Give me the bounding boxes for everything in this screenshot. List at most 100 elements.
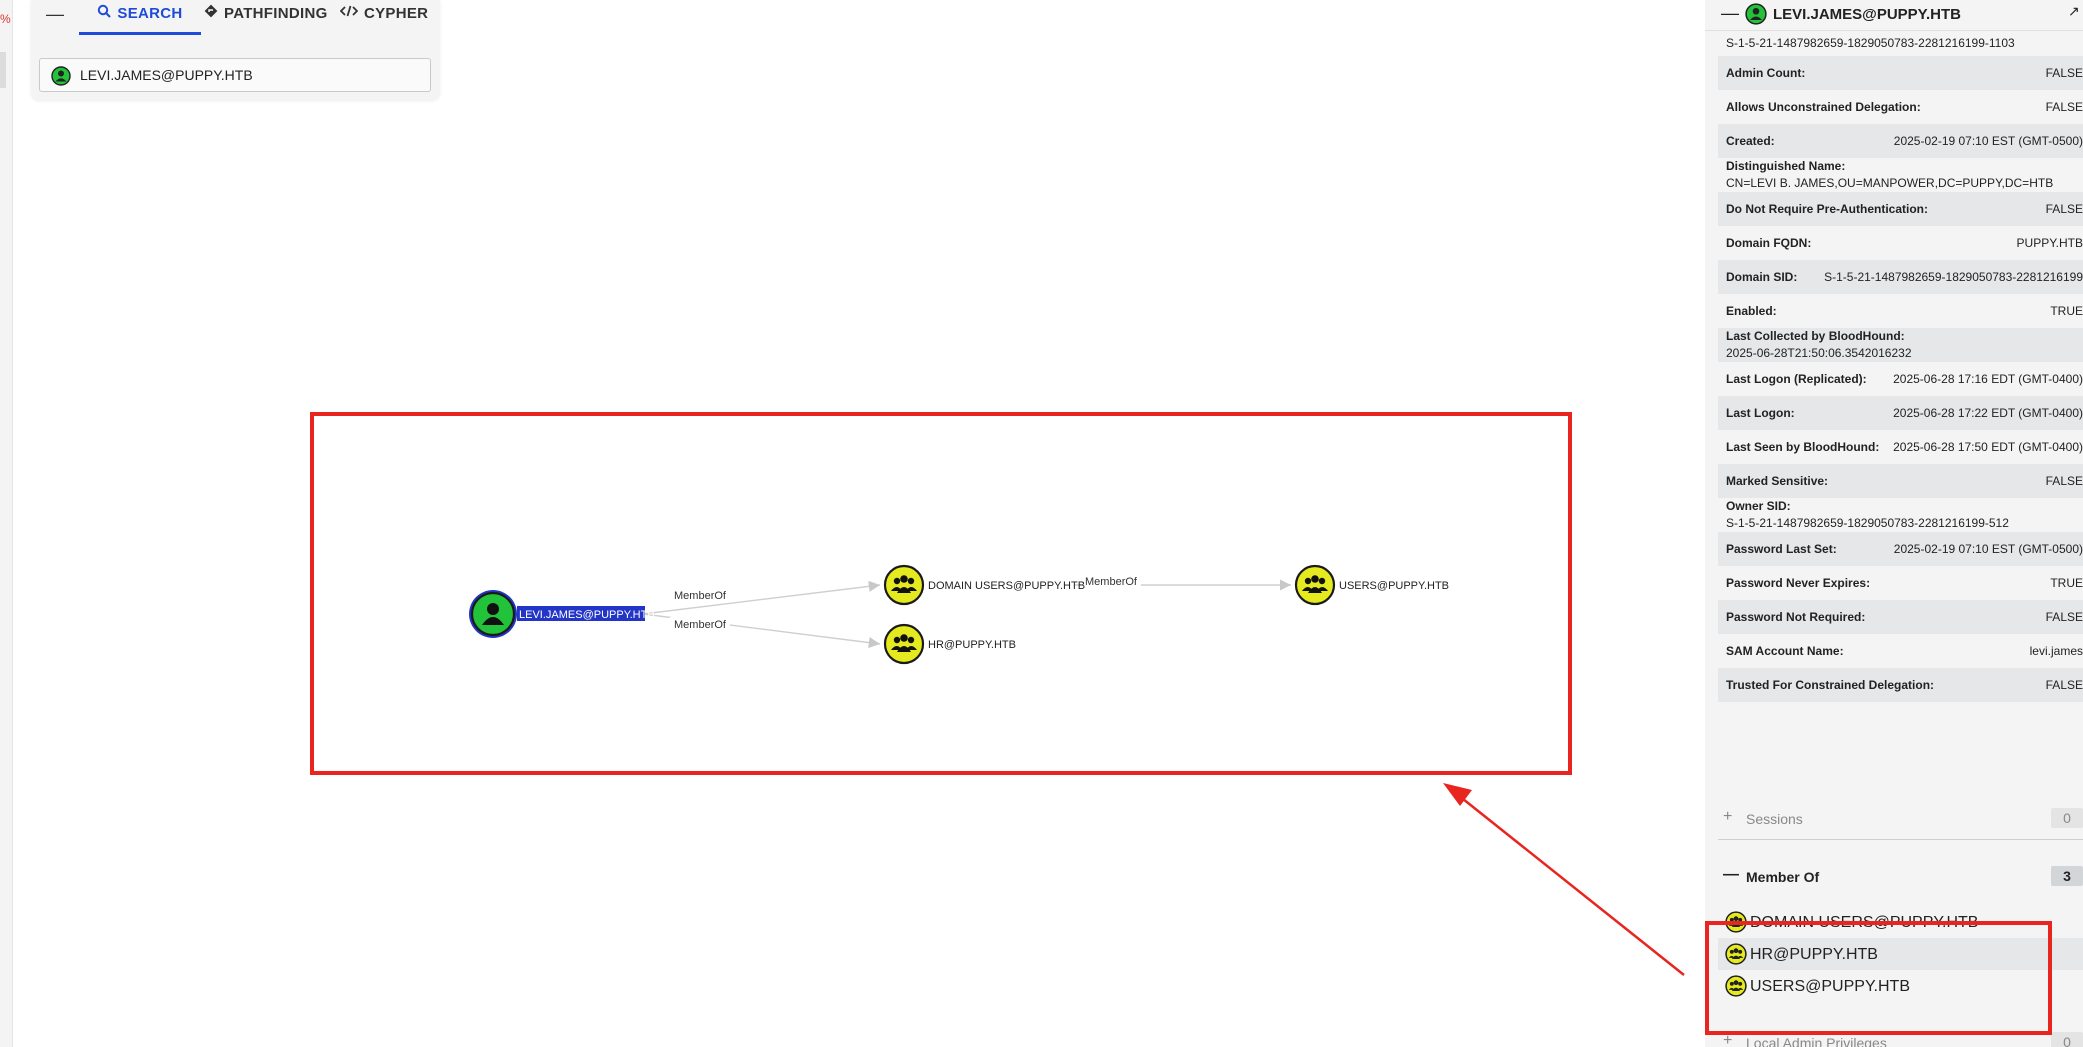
local-admin-section[interactable]: + Local Admin Privileges 0	[1718, 1020, 2083, 1047]
member-of-item[interactable]: HR@PUPPY.HTB	[1718, 938, 2083, 970]
group-icon	[1725, 943, 1747, 970]
collapse-panel-button[interactable]: —	[1721, 3, 1739, 24]
property-key: Last Logon (Replicated):	[1726, 372, 1867, 386]
property-key: Marked Sensitive:	[1726, 474, 1829, 488]
search-tabs: — SEARCH PATHFINDING CYPHER	[31, 0, 440, 35]
member-of-section[interactable]: — Member Of 3	[1718, 854, 2083, 898]
member-of-label: Member Of	[1746, 869, 1820, 885]
property-row: Trusted For Constrained Delegation: FALSE	[1718, 668, 2083, 702]
property-value: CN=LEVI B. JAMES,OU=MANPOWER,DC=PUPPY,DC…	[1726, 176, 2054, 190]
property-row: Distinguished Name: CN=LEVI B. JAMES,OU=M…	[1718, 158, 2083, 192]
property-row: Admin Count: FALSE	[1718, 56, 2083, 90]
user-icon	[51, 66, 71, 91]
group-node[interactable]: USERS@PUPPY.HTB	[1294, 564, 1449, 606]
search-input[interactable]	[80, 65, 420, 85]
property-key: Trusted For Constrained Delegation:	[1726, 678, 1935, 692]
tab-search[interactable]: SEARCH	[79, 0, 201, 35]
property-value: 2025-02-19 07:10 EST (GMT-0500)	[1893, 542, 2083, 556]
edge-label: MemberOf	[674, 590, 727, 602]
property-row: Created: 2025-02-19 07:10 EST (GMT-0500)	[1718, 124, 2083, 158]
property-row: Last Collected by BloodHound: 2025-06-28T…	[1718, 328, 2083, 362]
property-value: PUPPY.HTB	[2016, 236, 2083, 250]
tab-cypher[interactable]: CYPHER	[339, 0, 429, 32]
edge-label: MemberOf	[1085, 576, 1138, 588]
property-value: FALSE	[2045, 610, 2083, 624]
properties-list: S-1-5-21-1487982659-1829050783-228121619…	[1718, 34, 2083, 702]
property-key: Last Logon:	[1726, 406, 1795, 420]
property-value: 2025-06-28 17:50 EDT (GMT-0400)	[1893, 440, 2083, 454]
expand-icon: +	[1723, 1032, 1733, 1047]
group-node[interactable]: DOMAIN USERS@PUPPY.HTB	[883, 564, 1085, 606]
property-value: 2025-06-28 17:22 EDT (GMT-0400)	[1893, 406, 2083, 420]
property-key: Password Not Required:	[1726, 610, 1866, 624]
property-key: Password Last Set:	[1726, 542, 1837, 556]
property-value: FALSE	[2045, 66, 2083, 80]
group-icon	[1725, 911, 1747, 938]
node-search-field[interactable]	[39, 58, 431, 92]
sessions-label: Sessions	[1746, 811, 1803, 827]
property-key: Created:	[1726, 134, 1775, 148]
user-node[interactable]: LEVI.JAMES@PUPPY.HTB	[469, 590, 655, 638]
object-id-value: S-1-5-21-1487982659-1829050783-228121619…	[1726, 36, 2015, 50]
entity-panel: — LEVI.JAMES@PUPPY.HTB ↗ S-1-5-21-148798…	[1705, 0, 2083, 1047]
property-key: Enabled:	[1726, 304, 1777, 318]
property-row: Enabled: TRUE	[1718, 294, 2083, 328]
node-label: LEVI.JAMES@PUPPY.HTB	[519, 609, 655, 621]
property-key: Last Collected by BloodHound:	[1726, 329, 1905, 343]
property-row: Allows Unconstrained Delegation: FALSE	[1718, 90, 2083, 124]
local-admin-count: 0	[2051, 1032, 2083, 1047]
tab-pathfinding[interactable]: PATHFINDING	[204, 0, 328, 32]
property-key: Do Not Require Pre-Authentication:	[1726, 202, 1929, 216]
local-admin-label: Local Admin Privileges	[1746, 1035, 1887, 1047]
property-key: Password Never Expires:	[1726, 576, 1871, 590]
node-label: DOMAIN USERS@PUPPY.HTB	[928, 580, 1085, 592]
property-row: Marked Sensitive: FALSE	[1718, 464, 2083, 498]
property-row: Password Last Set: 2025-02-19 07:10 EST (…	[1718, 532, 2083, 566]
edge-label: MemberOf	[674, 619, 727, 631]
collapse-search-button[interactable]: —	[45, 4, 65, 25]
graph-canvas[interactable]: MemberOf MemberOf MemberOf LEVI.JAMES@PUPPY…	[0, 0, 1700, 1047]
property-key: SAM Account Name:	[1726, 644, 1844, 658]
property-value: FALSE	[2045, 202, 2083, 216]
property-row: Owner SID: S-1-5-21-1487982659-1829050783…	[1718, 498, 2083, 532]
entity-panel-header: — LEVI.JAMES@PUPPY.HTB ↗	[1705, 0, 2083, 31]
object-id-row: S-1-5-21-1487982659-1829050783-228121619…	[1718, 34, 2083, 56]
tab-cypher-label: CYPHER	[364, 5, 429, 22]
expand-icon[interactable]: ↗	[2068, 3, 2080, 20]
property-value: FALSE	[2045, 678, 2083, 692]
property-key: Admin Count:	[1726, 66, 1806, 80]
group-node[interactable]: HR@PUPPY.HTB	[883, 623, 1016, 665]
property-row: Domain FQDN: PUPPY.HTB	[1718, 226, 2083, 260]
property-row: SAM Account Name: levi.james	[1718, 634, 2083, 668]
property-value: TRUE	[2050, 576, 2083, 590]
collapse-icon: —	[1723, 866, 1739, 883]
property-value: FALSE	[2045, 474, 2083, 488]
property-value: 2025-02-19 07:10 EST (GMT-0500)	[1893, 134, 2083, 148]
node-label: HR@PUPPY.HTB	[928, 639, 1016, 651]
tab-pathfinding-label: PATHFINDING	[224, 5, 328, 22]
property-key: Distinguished Name:	[1726, 159, 1846, 173]
member-of-count: 3	[2051, 866, 2083, 886]
member-of-name: DOMAIN USERS@PUPPY.HTB	[1750, 914, 1979, 931]
property-value: FALSE	[2045, 100, 2083, 114]
user-icon	[1745, 3, 1767, 30]
search-icon	[97, 0, 112, 28]
property-value: 2025-06-28 17:16 EDT (GMT-0400)	[1893, 372, 2083, 386]
member-of-item[interactable]: DOMAIN USERS@PUPPY.HTB	[1718, 906, 2083, 938]
property-key: Allows Unconstrained Delegation:	[1726, 100, 1921, 114]
node-label: USERS@PUPPY.HTB	[1339, 580, 1449, 592]
member-of-name: USERS@PUPPY.HTB	[1750, 978, 1910, 995]
member-of-list: DOMAIN USERS@PUPPY.HTB HR@PUPPY.HTB USER…	[1718, 906, 2083, 1002]
property-row: Password Not Required: FALSE	[1718, 600, 2083, 634]
property-value: S-1-5-21-1487982659-1829050783-228121619…	[1824, 270, 2083, 284]
property-row: Last Logon (Replicated): 2025-06-28 17:16…	[1718, 362, 2083, 396]
expand-icon: +	[1723, 808, 1733, 825]
member-of-item[interactable]: USERS@PUPPY.HTB	[1718, 970, 2083, 1002]
property-key: Last Seen by BloodHound:	[1726, 440, 1880, 454]
sessions-section[interactable]: + Sessions 0	[1718, 796, 2083, 840]
property-row: Domain SID: S-1-5-21-1487982659-182905078…	[1718, 260, 2083, 294]
property-value: levi.james	[2029, 644, 2083, 658]
property-key: Domain FQDN:	[1726, 236, 1812, 250]
sessions-count: 0	[2051, 808, 2083, 828]
property-value: 2025-06-28T21:50:06.3542016232	[1726, 346, 1912, 360]
